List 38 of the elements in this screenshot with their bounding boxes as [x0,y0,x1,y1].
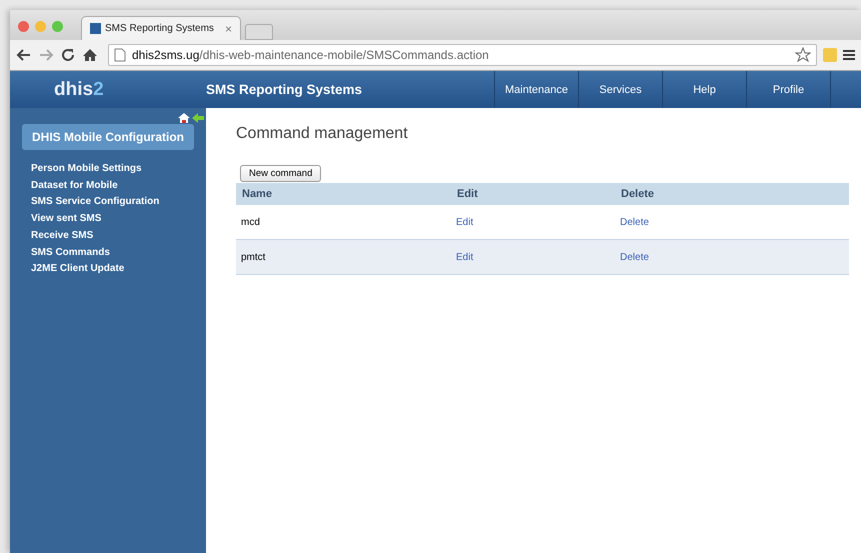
left-arrow-icon[interactable] [192,112,204,124]
edit-link[interactable]: Edit [456,252,474,262]
sidebar-link[interactable]: SMS Commands [31,244,194,262]
sidebar-link[interactable]: View sent SMS [31,211,194,228]
forward-icon[interactable] [38,47,54,63]
logo[interactable]: dhis2 [10,78,206,100]
new-command-button[interactable]: New command [240,165,322,182]
delete-link[interactable]: Delete [620,252,649,262]
sidebar-link[interactable]: Receive SMS [31,228,194,245]
favicon-icon [90,23,101,34]
sidebar-heading: DHIS Mobile Configuration [22,124,194,150]
sidebar-link[interactable]: Person Mobile Settings [31,161,194,178]
home-icon[interactable] [82,47,98,63]
back-icon[interactable] [16,47,32,63]
column-header: Edit [451,183,615,205]
tab-title: SMS Reporting Systems [105,23,215,34]
home-icon[interactable] [178,112,190,124]
star-icon[interactable] [795,47,811,63]
column-header: Name [236,183,451,205]
address-bar[interactable]: dhis2sms.ug/dhis-web-maintenance-mobile/SMSCommands.action [108,44,817,66]
url-text: dhis2sms.ug/dhis-web-maintenance-mobile/SMSCommands.action [132,48,490,62]
sidebar-link[interactable]: SMS Service Configuration [31,194,194,212]
close-window-icon[interactable] [18,20,29,32]
site-title: SMS Reporting Systems [206,82,364,97]
page-icon [114,48,126,62]
browser-tab[interactable]: SMS Reporting Systems × [81,16,241,40]
page-title: Command management [236,125,409,143]
column-header: Delete [615,183,849,205]
reload-icon[interactable] [60,47,76,63]
sidebar-link[interactable]: J2ME Client Update [31,261,194,278]
table-cell: pmtct [236,240,451,274]
tab-close-button[interactable]: × [224,22,232,36]
sidebar-link[interactable]: Dataset for Mobile [31,178,194,194]
menu-icon[interactable] [843,48,855,62]
delete-link[interactable]: Delete [620,216,649,228]
edit-link[interactable]: Edit [456,216,474,228]
maximize-window-icon[interactable] [52,20,63,32]
new-tab-button[interactable] [245,24,273,40]
